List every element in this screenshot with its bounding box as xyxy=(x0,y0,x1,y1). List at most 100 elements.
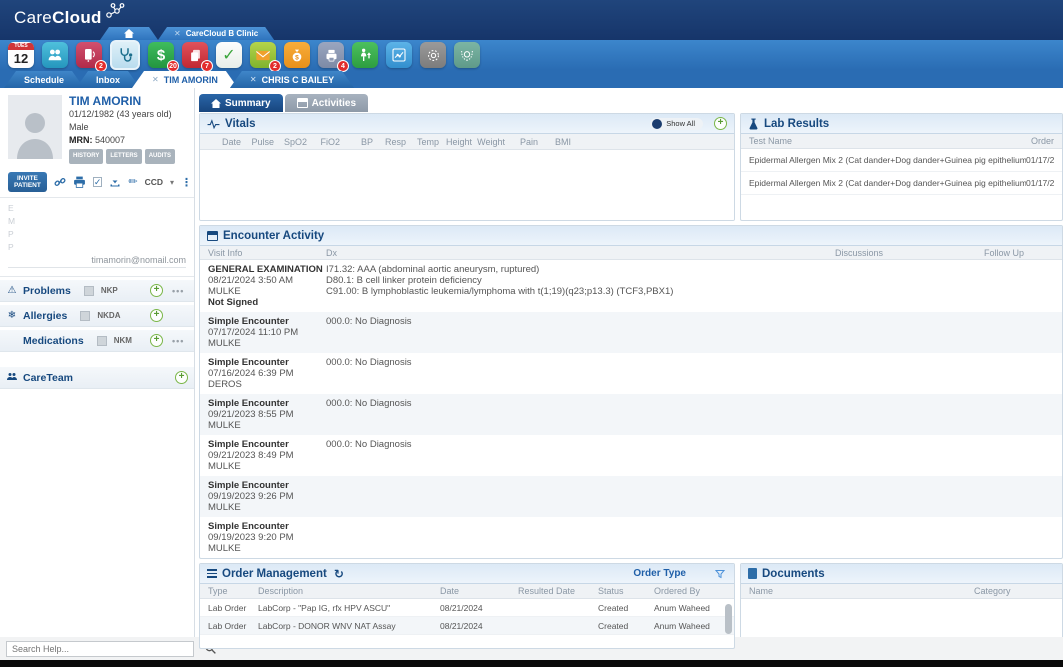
download-icon[interactable] xyxy=(109,176,121,188)
encounter-row[interactable]: Simple Encounter 09/19/2023 9:20 PM MULK… xyxy=(200,517,1062,558)
encounter-row[interactable]: Simple Encounter A56.4: C. trachomatis, … xyxy=(200,558,1062,559)
settings-gear-icon[interactable] xyxy=(420,42,446,68)
patient-summary-main: Summary Activities Vitals Show All + xyxy=(195,88,1063,637)
encounter-provider: MULKE xyxy=(208,286,326,297)
patient-sidebar: TIM AMORIN 01/12/1982 (43 years old) Mal… xyxy=(0,88,195,637)
collections-moneybag-icon[interactable]: $ xyxy=(284,42,310,68)
vitals-column[interactable]: Date xyxy=(208,137,241,147)
patient-email[interactable]: timamorin@nomail.com xyxy=(8,254,186,268)
encounter-row[interactable]: Simple Encounter 07/16/2024 6:39 PM DERO… xyxy=(200,353,1062,394)
encounter-title: Simple Encounter xyxy=(208,521,326,532)
bottom-black-bar xyxy=(0,660,1063,667)
problems-menu-icon[interactable]: ••• xyxy=(172,286,188,296)
add-vitals-button[interactable]: + xyxy=(714,117,727,130)
tab-patient-tim-amorin[interactable]: ✕TIM AMORIN xyxy=(132,71,238,88)
billing-dollar-icon[interactable]: $ 20 xyxy=(148,42,174,68)
vitals-column[interactable]: Resp xyxy=(373,137,406,147)
encounter-row[interactable]: GENERAL EXAMINATION 08/21/2024 3:50 AM M… xyxy=(200,260,1062,312)
patient-chip[interactable]: HISTORY xyxy=(69,149,103,164)
link-icon[interactable] xyxy=(54,176,66,188)
analytics-chart-icon[interactable] xyxy=(386,42,412,68)
tab-inbox[interactable]: Inbox xyxy=(76,71,140,88)
checkbox-task-icon[interactable]: ✓ xyxy=(93,177,103,187)
patient-flow-icon[interactable] xyxy=(352,42,378,68)
problems-checkbox[interactable] xyxy=(84,286,94,296)
rewards-laurel-icon[interactable] xyxy=(454,42,480,68)
encounter-datetime: 09/21/2023 8:55 PM xyxy=(208,409,326,420)
schedule-calendar-icon[interactable]: TUES 12 xyxy=(8,42,34,68)
add-allergy-button[interactable]: + xyxy=(150,309,163,322)
ccd-dropdown[interactable]: CCD xyxy=(145,177,163,187)
tab-schedule[interactable]: Schedule xyxy=(4,71,84,88)
clinical-stethoscope-icon[interactable] xyxy=(110,40,140,70)
more-menu-icon[interactable]: ⋮ xyxy=(181,176,192,189)
sidebar-section-medications[interactable]: Medications NKM + ••• xyxy=(0,329,194,352)
sidebar-section-careteam[interactable]: CareTeam + xyxy=(0,366,194,389)
tab-summary[interactable]: Summary xyxy=(199,94,283,112)
lab-result-row[interactable]: Epidermal Allergen Mix 2 (Cat dander+Dog… xyxy=(741,149,1062,172)
add-problem-button[interactable]: + xyxy=(150,284,163,297)
tab-patient-chris-bailey[interactable]: ✕CHRIS C BAILEY xyxy=(230,71,354,88)
sidebar-section-problems[interactable]: ⚠ Problems NKP + ••• xyxy=(0,279,194,302)
encounter-row[interactable]: Simple Encounter 09/21/2023 8:55 PM MULK… xyxy=(200,394,1062,435)
order-type-filter-label[interactable]: Order Type xyxy=(633,568,686,579)
patient-chip[interactable]: LETTERS xyxy=(106,149,141,164)
documents-red-icon[interactable]: 7 xyxy=(182,42,208,68)
close-icon[interactable]: ✕ xyxy=(250,75,257,84)
patients-icon[interactable] xyxy=(42,42,68,68)
search-help-input[interactable] xyxy=(6,641,194,657)
encounter-row[interactable]: Simple Encounter 07/17/2024 11:10 PM MUL… xyxy=(200,312,1062,353)
fax-badge: 4 xyxy=(337,60,349,72)
add-medication-button[interactable]: + xyxy=(150,334,163,347)
encounter-diagnoses: I71.32: AAA (abdominal aortic aneurysm, … xyxy=(326,264,1054,308)
home-tab[interactable] xyxy=(100,27,158,40)
print-icon[interactable] xyxy=(73,176,86,188)
medications-checkbox[interactable] xyxy=(97,336,107,346)
vitals-column[interactable]: FiO2 xyxy=(307,137,340,147)
tab-activities[interactable]: Activities xyxy=(285,94,368,112)
filter-funnel-icon[interactable] xyxy=(715,569,725,579)
vitals-column[interactable]: Pain xyxy=(505,137,538,147)
encounter-row[interactable]: Simple Encounter 09/21/2023 8:49 PM MULK… xyxy=(200,435,1062,476)
pager-icon[interactable]: 2 xyxy=(76,42,102,68)
vitals-column[interactable]: BMI xyxy=(538,137,571,147)
refresh-icon[interactable]: ↻ xyxy=(334,567,344,581)
chevron-down-icon[interactable]: ▾ xyxy=(170,178,174,187)
vitals-column[interactable]: Pulse xyxy=(241,137,274,147)
order-ordered-by: Anum Waheed xyxy=(654,621,726,631)
tasks-check-icon[interactable]: ✓ xyxy=(216,42,242,68)
order-list-icon xyxy=(207,569,217,578)
order-column-headers: Type Description Date Resulted Date Stat… xyxy=(200,584,734,599)
edit-pencil-icon[interactable]: ✏ xyxy=(128,177,137,188)
clinic-tab[interactable]: ✕ CareCloud B Clinic xyxy=(158,27,274,40)
fax-icon[interactable]: 4 xyxy=(318,42,344,68)
patient-chip[interactable]: AUDITS xyxy=(145,149,175,164)
lab-result-row[interactable]: Epidermal Allergen Mix 2 (Cat dander+Dog… xyxy=(741,172,1062,195)
sidebar-section-allergies[interactable]: ❄ Allergies NKDA + xyxy=(0,304,194,327)
encounter-rows: GENERAL EXAMINATION 08/21/2024 3:50 AM M… xyxy=(200,260,1062,559)
allergies-checkbox[interactable] xyxy=(80,311,90,321)
close-icon[interactable]: ✕ xyxy=(152,75,159,84)
carecloud-app: CareCloud ✕ CareCloud B Clinic TUES 12 2… xyxy=(0,0,1063,667)
vitals-column[interactable]: Height xyxy=(439,137,472,147)
vitals-column[interactable]: SpO2 xyxy=(274,137,307,147)
add-careteam-button[interactable]: + xyxy=(175,371,188,384)
allergies-value: NKDA xyxy=(97,311,120,320)
invite-patient-button[interactable]: INVITE PATIENT xyxy=(8,172,47,192)
order-rows: Lab Order LabCorp - "Pap IG, rfx HPV ASC… xyxy=(200,599,734,635)
vitals-column[interactable]: Weight xyxy=(472,137,505,147)
contact-label: P xyxy=(8,241,186,254)
order-management-panel: Order Management ↻ Order Type Type Descr… xyxy=(199,563,735,649)
mail-icon[interactable]: 2 xyxy=(250,42,276,68)
order-row[interactable]: Lab Order LabCorp - "Pap IG, rfx HPV ASC… xyxy=(200,599,734,617)
vitals-column[interactable]: BP xyxy=(340,137,373,147)
vitals-empty-body xyxy=(200,150,734,220)
order-row[interactable]: Lab Order LabCorp - DONOR WNV NAT Assay … xyxy=(200,617,734,635)
patient-avatar[interactable] xyxy=(8,95,62,159)
scrollbar-thumb[interactable] xyxy=(725,604,732,634)
medications-menu-icon[interactable]: ••• xyxy=(172,336,188,346)
encounter-row[interactable]: Simple Encounter 09/19/2023 9:26 PM MULK… xyxy=(200,476,1062,517)
show-all-toggle[interactable]: Show All xyxy=(650,118,703,130)
close-icon[interactable]: ✕ xyxy=(174,29,181,38)
vitals-column[interactable]: Temp xyxy=(406,137,439,147)
